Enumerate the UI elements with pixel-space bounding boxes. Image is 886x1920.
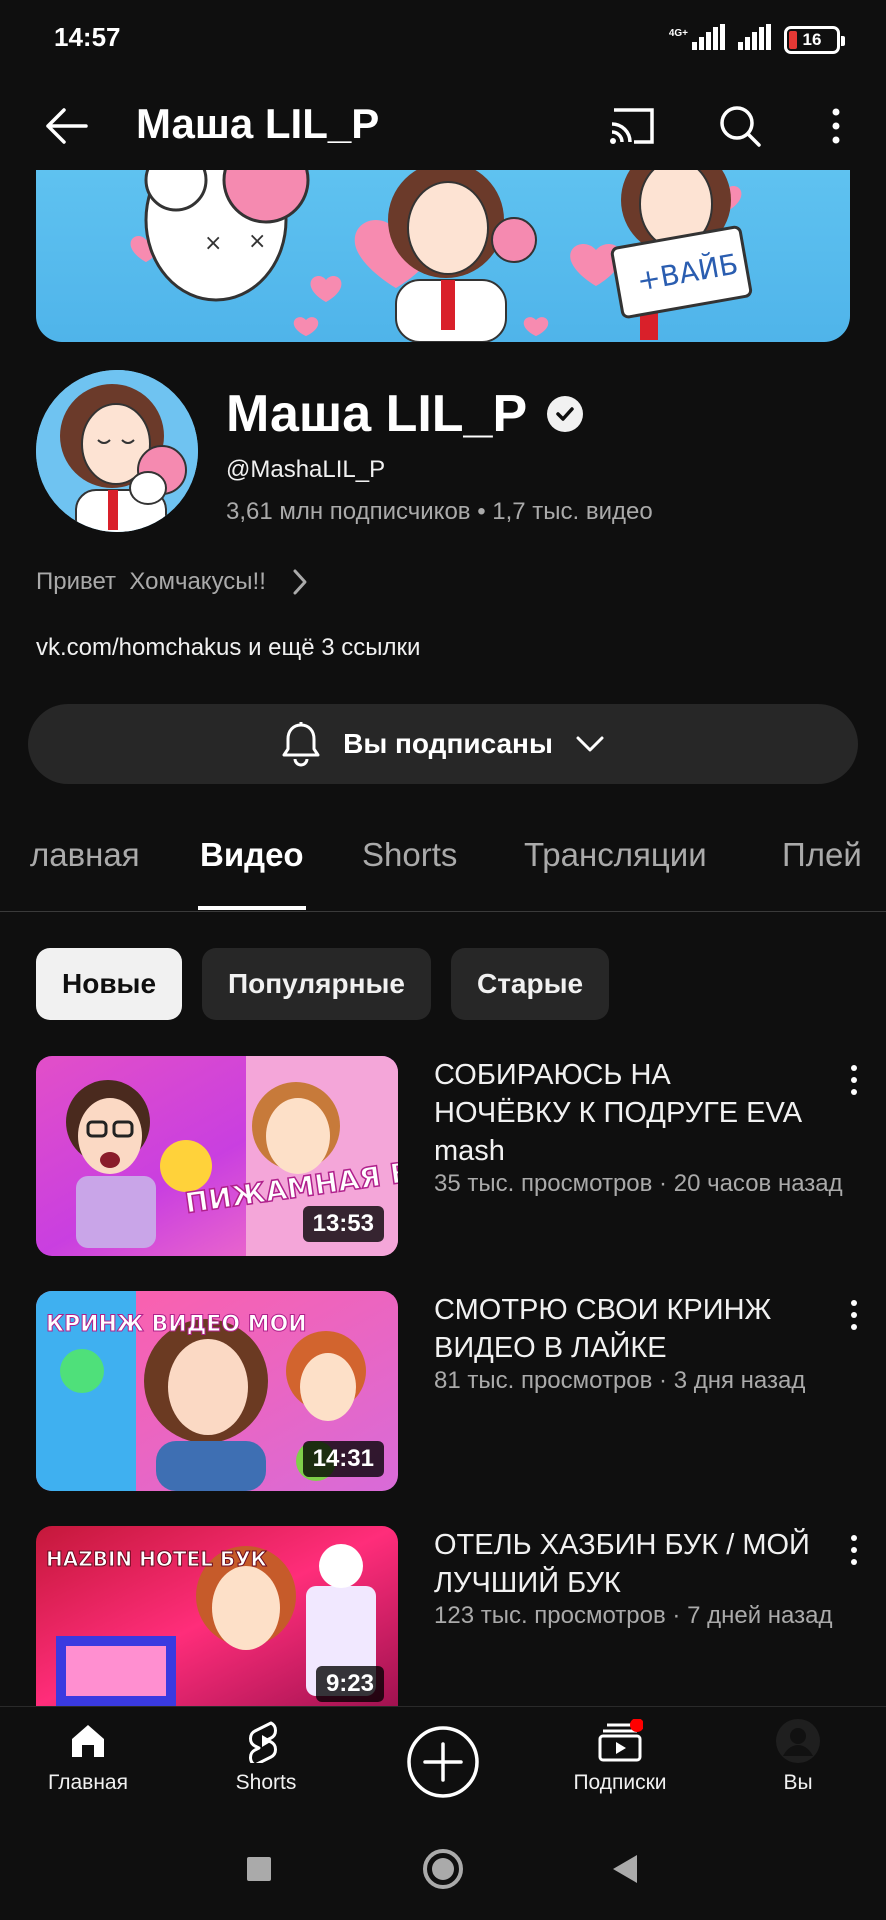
- channel-banner: × × +ВАЙБ: [36, 170, 850, 342]
- tab-playlists[interactable]: Плей: [782, 836, 862, 874]
- account-icon: [774, 1717, 822, 1765]
- more-options-button[interactable]: [806, 96, 866, 156]
- chevron-down-icon: [576, 736, 604, 752]
- more-vert-icon: [832, 108, 840, 144]
- cast-icon: [610, 108, 654, 144]
- video-title[interactable]: СМОТРЮ СВОИ КРИНЖ ВИДЕО В ЛАЙКЕ: [434, 1291, 814, 1367]
- back-arrow-icon: [46, 108, 88, 144]
- nav-you-label: Вы: [783, 1771, 813, 1794]
- channel-links[interactable]: vk.com/homchakus и ещё 3 ссылки: [36, 634, 420, 662]
- status-icons: 4G+ 16: [668, 24, 845, 55]
- battery-icon: 16: [784, 25, 845, 54]
- channel-description[interactable]: Привет Хомчакусы!!: [36, 562, 308, 602]
- home-system-button[interactable]: [418, 1844, 468, 1894]
- subscribed-button[interactable]: Вы подписаны: [28, 704, 858, 784]
- subscribed-label: Вы подписаны: [343, 728, 553, 759]
- back-button[interactable]: [38, 98, 94, 154]
- tab-shorts[interactable]: Shorts: [362, 836, 457, 874]
- search-button[interactable]: [710, 96, 770, 156]
- nav-home-label: Главная: [48, 1771, 128, 1794]
- status-bar: 14:57 4G+ 16: [0, 0, 886, 78]
- channel-name: Маша LIL_P: [226, 384, 584, 444]
- network-type-label: 4G+: [668, 28, 688, 39]
- channel-handle: @MashaLIL_P: [226, 456, 386, 483]
- video-meta: 81 тыс. просмотров · 3 дня назад: [434, 1367, 806, 1394]
- video-duration: 14:31: [302, 1441, 384, 1477]
- battery-level: 16: [802, 29, 822, 49]
- battery-fill: [789, 30, 797, 49]
- thumb-2-text: КРИНЖ ВИДЕО МОИ: [46, 1312, 307, 1337]
- status-time: 14:57: [54, 22, 121, 52]
- channel-tabs: лавная Видео Shorts Трансляции Плей: [0, 818, 886, 912]
- back-system-button[interactable]: [600, 1844, 650, 1894]
- svg-text:×: ×: [204, 231, 222, 256]
- video-item[interactable]: HAZBIN HOTEL БУК 9:23 ОТЕЛЬ ХАЗБИН БУК /…: [36, 1526, 886, 1706]
- square-icon: [247, 1857, 271, 1881]
- video-more-button[interactable]: [836, 1295, 872, 1335]
- video-more-button[interactable]: [836, 1530, 872, 1570]
- tab-home[interactable]: лавная: [30, 836, 140, 874]
- home-icon: [64, 1717, 112, 1765]
- tab-videos[interactable]: Видео: [200, 836, 304, 874]
- verified-icon: [547, 396, 584, 432]
- system-navigation: [0, 1818, 886, 1920]
- cast-button[interactable]: [602, 96, 662, 156]
- video-item[interactable]: КРИНЖ ВИДЕО МОИ 14:31 СМОТРЮ СВОИ КРИНЖ …: [36, 1291, 886, 1491]
- channel-description-text: Привет Хомчакусы!!: [36, 568, 266, 595]
- create-icon: [407, 1726, 479, 1798]
- svg-text:×: ×: [248, 229, 266, 254]
- video-duration: 13:53: [302, 1206, 384, 1242]
- video-more-button[interactable]: [836, 1060, 872, 1100]
- shorts-icon: [242, 1717, 290, 1765]
- video-thumbnail[interactable]: КРИНЖ ВИДЕО МОИ 14:31: [36, 1291, 398, 1491]
- channel-stats: 3,61 млн подписчиков • 1,7 тыс. видео: [226, 498, 653, 525]
- bottom-navigation: Главная Shorts Подписки Вы: [0, 1706, 886, 1818]
- nav-subscriptions[interactable]: Подписки: [540, 1717, 700, 1813]
- subscriptions-icon: [596, 1717, 644, 1765]
- video-meta: 123 тыс. просмотров · 7 дней назад: [434, 1602, 833, 1629]
- video-thumbnail[interactable]: HAZBIN HOTEL БУК 9:23: [36, 1526, 398, 1706]
- video-title[interactable]: СОБИРАЮСЬ НА НОЧЁВКУ К ПОДРУГЕ EVA mash: [434, 1056, 814, 1170]
- channel-avatar[interactable]: [36, 370, 198, 532]
- create-button[interactable]: [406, 1725, 480, 1799]
- signal-icon-2: [738, 24, 772, 55]
- bell-icon: [282, 722, 320, 767]
- triangle-back-icon: [613, 1855, 637, 1883]
- app-bar: Маша LIL_P: [0, 78, 886, 174]
- nav-you[interactable]: Вы: [718, 1717, 878, 1813]
- chevron-right-icon: [293, 569, 307, 595]
- filter-chips: Новые Популярные Старые: [36, 948, 610, 1020]
- nav-shorts-label: Shorts: [235, 1771, 297, 1794]
- chip-newest[interactable]: Новые: [36, 948, 183, 1020]
- nav-shorts[interactable]: Shorts: [186, 1717, 346, 1813]
- search-icon: [720, 106, 761, 147]
- video-meta: 35 тыс. просмотров · 20 часов назад: [434, 1170, 843, 1197]
- more-vert-icon: [851, 1300, 857, 1330]
- chip-popular[interactable]: Популярные: [202, 948, 431, 1020]
- recent-apps-button[interactable]: [234, 1844, 284, 1894]
- chip-oldest[interactable]: Старые: [451, 948, 610, 1020]
- more-vert-icon: [851, 1065, 857, 1095]
- tab-live[interactable]: Трансляции: [524, 836, 707, 874]
- circle-icon: [423, 1849, 463, 1889]
- tab-indicator: [198, 906, 306, 910]
- video-title[interactable]: ОТЕЛЬ ХАЗБИН БУК / МОЙ ЛУЧШИЙ БУК: [434, 1526, 814, 1602]
- nav-subscriptions-label: Подписки: [573, 1771, 667, 1794]
- thumb-3-text: HAZBIN HOTEL БУК: [46, 1547, 268, 1571]
- video-duration: 9:23: [315, 1666, 384, 1702]
- video-thumbnail[interactable]: ПИЖАМНАЯ ВЕЧЕР 13:53: [36, 1056, 398, 1256]
- signal-icon: [692, 24, 726, 55]
- video-item[interactable]: ПИЖАМНАЯ ВЕЧЕР 13:53 СОБИРАЮСЬ НА НОЧЁВК…: [36, 1056, 886, 1256]
- more-vert-icon: [851, 1535, 857, 1565]
- nav-home[interactable]: Главная: [8, 1717, 168, 1813]
- channel-name-text: Маша LIL_P: [226, 385, 528, 443]
- app-bar-title: Маша LIL_P: [136, 100, 380, 147]
